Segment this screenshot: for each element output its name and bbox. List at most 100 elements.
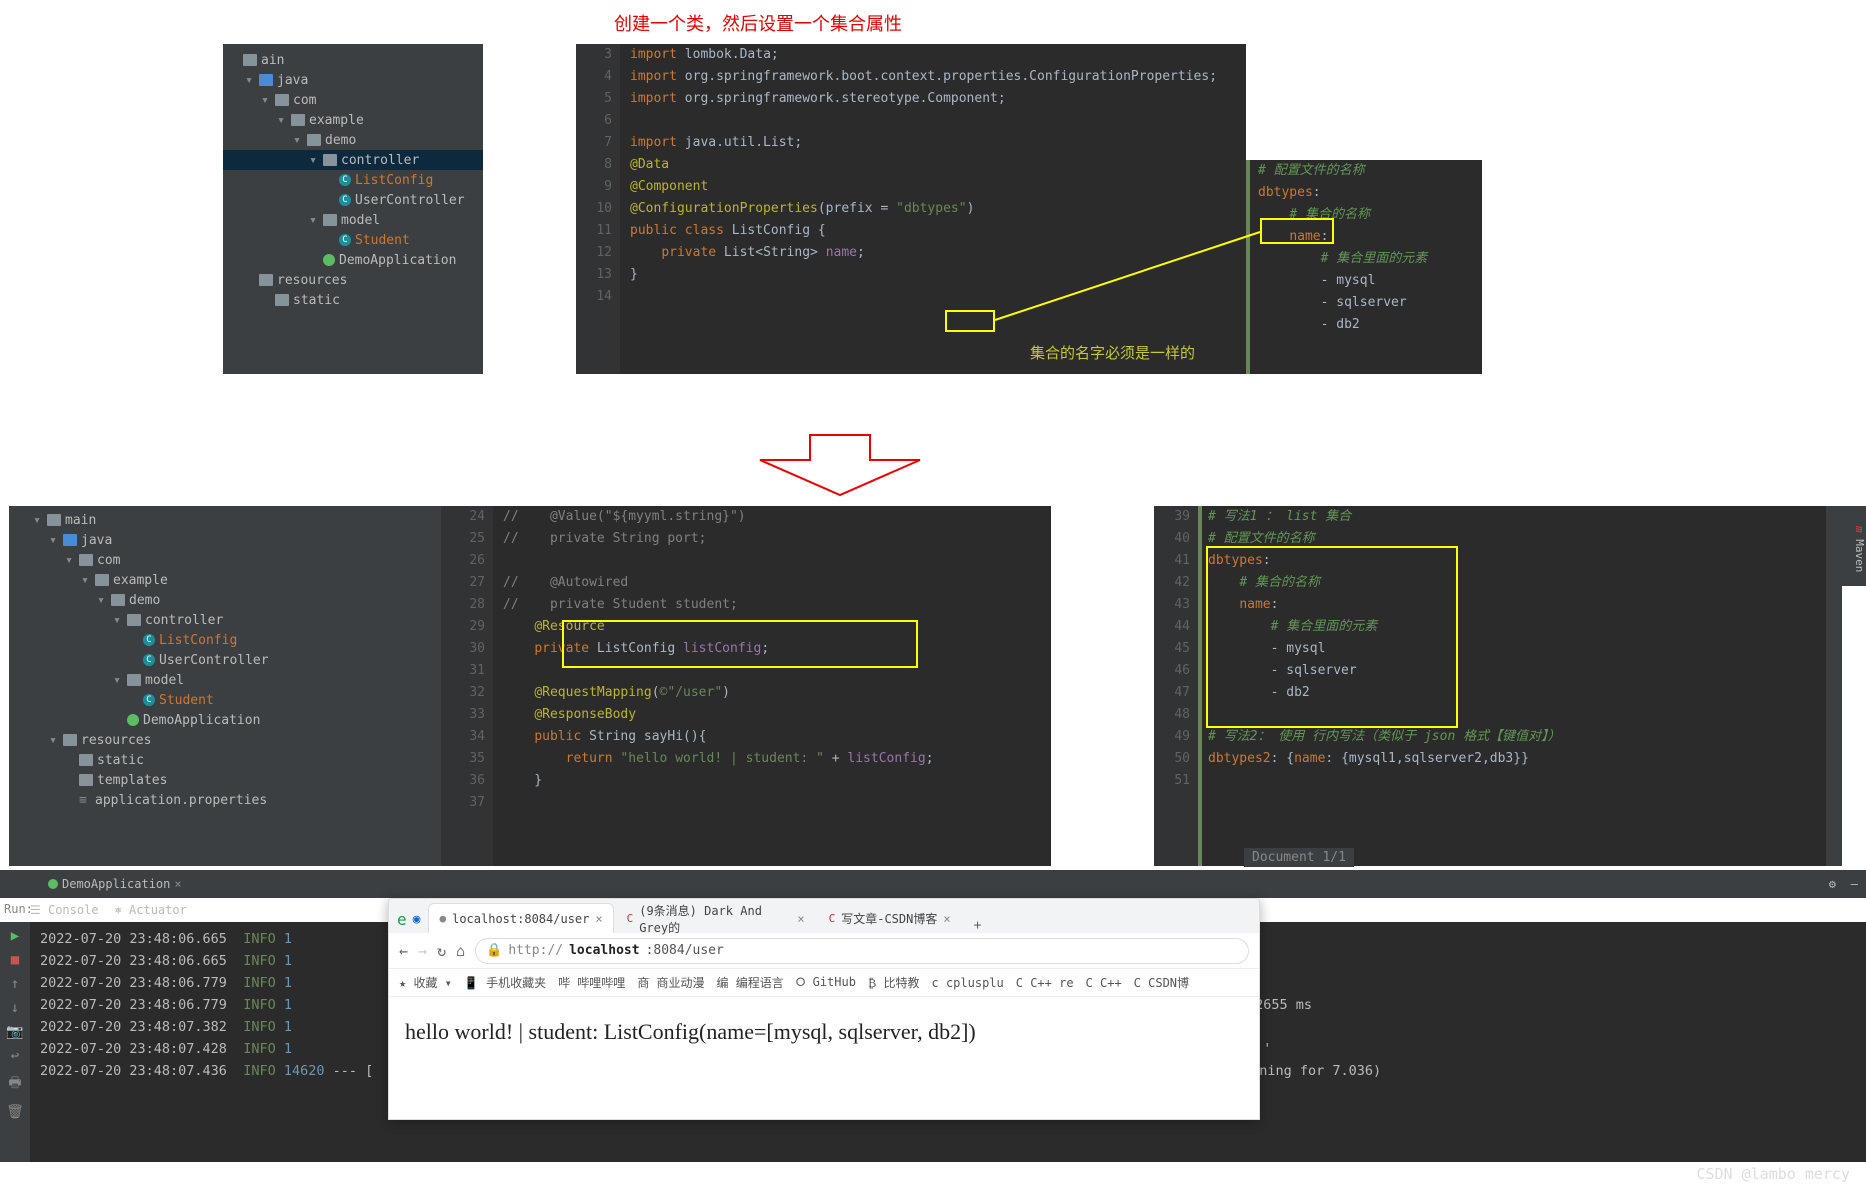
code-line[interactable] xyxy=(620,110,1246,132)
tree-item-example[interactable]: ▾example xyxy=(9,570,441,590)
bookmark-item[interactable]: 商 商业动漫 xyxy=(637,974,704,991)
code-line[interactable]: // private String port; xyxy=(493,528,1051,550)
bookmark-item[interactable]: ★ 收藏 ▾ xyxy=(399,974,452,991)
browser-home-icon[interactable]: ⌂ xyxy=(456,942,465,960)
tree-item-controller[interactable]: ▾controller xyxy=(9,610,441,630)
tree-item-demo[interactable]: ▾demo xyxy=(223,130,483,150)
tree-item-java[interactable]: ▾java xyxy=(223,70,483,90)
print-icon[interactable]: 🖶 xyxy=(8,1072,21,1096)
code-line[interactable]: @RequestMapping(©"/user") xyxy=(493,682,1051,704)
browser-reload-icon[interactable]: ↻ xyxy=(437,942,446,960)
yaml-line[interactable]: name: xyxy=(1250,226,1482,248)
tree-item-main[interactable]: ▾main xyxy=(9,510,441,530)
close-icon[interactable]: × xyxy=(174,877,181,891)
bookmark-item[interactable]: C C++ xyxy=(1086,976,1122,990)
browser-shield-icon[interactable]: ◉ xyxy=(413,912,421,927)
yaml-line[interactable]: - mysql xyxy=(1250,270,1482,292)
code-line[interactable]: @Resource xyxy=(493,616,1051,638)
browser-back-icon[interactable]: ← xyxy=(399,942,408,960)
code-line[interactable]: public class ListConfig { xyxy=(620,220,1246,242)
close-icon[interactable]: × xyxy=(797,912,804,926)
code-line[interactable]: # 配置文件的名称 xyxy=(1198,528,1842,550)
actuator-tab[interactable]: ⎈ Actuator xyxy=(115,903,187,917)
bookmark-item[interactable]: C CSDN博 xyxy=(1134,974,1189,991)
code-line[interactable]: private ListConfig listConfig; xyxy=(493,638,1051,660)
code-line[interactable]: } xyxy=(493,770,1051,792)
browser-app-icon[interactable]: e xyxy=(397,910,407,929)
tree-item-static[interactable]: static xyxy=(223,290,483,310)
browser-forward-icon[interactable]: → xyxy=(418,942,427,960)
code-line[interactable]: - mysql xyxy=(1198,638,1842,660)
code-line[interactable]: @ConfigurationProperties(prefix = "dbtyp… xyxy=(620,198,1246,220)
tree-item-resources[interactable]: resources xyxy=(223,270,483,290)
code-line[interactable]: // @Autowired xyxy=(493,572,1051,594)
camera-icon[interactable]: 📷 xyxy=(6,1024,23,1040)
code-line[interactable] xyxy=(1198,704,1842,726)
code-line[interactable]: } xyxy=(620,264,1246,286)
tree-item-model[interactable]: ▾model xyxy=(9,670,441,690)
bookmark-item[interactable]: 哔 哔哩哔哩 xyxy=(558,974,625,991)
tree-item-student[interactable]: CStudent xyxy=(223,230,483,250)
code-line[interactable]: # 写法1 ： list 集合 xyxy=(1198,506,1842,528)
tree-item-demo[interactable]: ▾demo xyxy=(9,590,441,610)
rerun-icon[interactable]: ▶ xyxy=(11,928,19,944)
close-icon[interactable]: × xyxy=(943,912,950,926)
tree-item-listconfig[interactable]: CListConfig xyxy=(9,630,441,650)
bookmark-item[interactable]: ₿ 比特教 xyxy=(868,974,920,991)
code-line[interactable]: # 写法2： 使用 行内写法（类似于 json 格式【键值对】） xyxy=(1198,726,1842,748)
tree-item-com[interactable]: ▾com xyxy=(223,90,483,110)
up-icon[interactable]: ↑ xyxy=(11,976,19,992)
maven-tool-tab[interactable]: m Maven xyxy=(1838,506,1866,586)
code-line[interactable]: @Data xyxy=(620,154,1246,176)
code-line[interactable]: # 集合里面的元素 xyxy=(1198,616,1842,638)
wrap-icon[interactable]: ↩ xyxy=(11,1048,19,1064)
code-line[interactable]: @Component xyxy=(620,176,1246,198)
code-line[interactable] xyxy=(1198,770,1842,792)
tree-item-templates[interactable]: templates xyxy=(9,770,441,790)
browser-url-input[interactable]: 🔒 http://localhost:8084/user xyxy=(475,938,1249,964)
trash-icon[interactable]: 🗑 xyxy=(6,1104,24,1120)
tree-item-com[interactable]: ▾com xyxy=(9,550,441,570)
bookmark-item[interactable]: 📱 手机收藏夹 xyxy=(464,974,546,991)
code-line[interactable]: import org.springframework.stereotype.Co… xyxy=(620,88,1246,110)
code-line[interactable]: - sqlserver xyxy=(1198,660,1842,682)
yaml-line[interactable]: # 配置文件的名称 xyxy=(1250,160,1482,182)
bookmark-item[interactable]: c cplusplu xyxy=(932,976,1004,990)
bookmark-item[interactable]: ⭘ GitHub xyxy=(796,975,856,990)
tree-item-application.properties[interactable]: ≡application.properties xyxy=(9,790,441,810)
tree-item-demoapplication[interactable]: DemoApplication xyxy=(223,250,483,270)
browser-tab[interactable]: ●localhost:8084/user× xyxy=(428,903,613,933)
tree-item-controller[interactable]: ▾controller xyxy=(223,150,483,170)
down-icon[interactable]: ↓ xyxy=(11,1000,19,1016)
code-line[interactable]: - db2 xyxy=(1198,682,1842,704)
tree-item-example[interactable]: ▾example xyxy=(223,110,483,130)
yaml-line[interactable]: # 集合的名称 xyxy=(1250,204,1482,226)
code-line[interactable]: // @Value("${myyml.string}") xyxy=(493,506,1051,528)
code-line[interactable] xyxy=(493,792,1051,814)
close-icon[interactable]: × xyxy=(595,912,602,926)
yaml-line[interactable]: dbtypes: xyxy=(1250,182,1482,204)
code-line[interactable]: public String sayHi(){ xyxy=(493,726,1051,748)
tree-item-usercontroller[interactable]: CUserController xyxy=(223,190,483,210)
code-line[interactable]: private List<String> name; xyxy=(620,242,1246,264)
code-line[interactable]: dbtypes: xyxy=(1198,550,1842,572)
code-line[interactable]: @ResponseBody xyxy=(493,704,1051,726)
tree-item-ain[interactable]: ain xyxy=(223,50,483,70)
tree-item-java[interactable]: ▾java xyxy=(9,530,441,550)
new-tab-button[interactable]: + xyxy=(964,918,992,933)
code-line[interactable]: dbtypes2: {name: {mysql1,sqlserver2,db3}… xyxy=(1198,748,1842,770)
yaml-line[interactable]: - db2 xyxy=(1250,314,1482,336)
yaml-line[interactable]: # 集合里面的元素 xyxy=(1250,248,1482,270)
tree-item-listconfig[interactable]: CListConfig xyxy=(223,170,483,190)
console-tab[interactable]: ☰ Console xyxy=(30,903,99,917)
stop-icon[interactable]: ■ xyxy=(11,952,19,968)
code-line[interactable]: import lombok.Data; xyxy=(620,44,1246,66)
bookmark-item[interactable]: C C++ re xyxy=(1016,976,1074,990)
tree-item-static[interactable]: static xyxy=(9,750,441,770)
code-line[interactable] xyxy=(493,550,1051,572)
browser-tab[interactable]: C(9条消息) Dark And Grey的× xyxy=(616,903,816,933)
tree-item-student[interactable]: CStudent xyxy=(9,690,441,710)
browser-tab[interactable]: C写文章-CSDN博客× xyxy=(818,903,962,933)
code-line[interactable] xyxy=(620,286,1246,308)
code-line[interactable]: import java.util.List; xyxy=(620,132,1246,154)
